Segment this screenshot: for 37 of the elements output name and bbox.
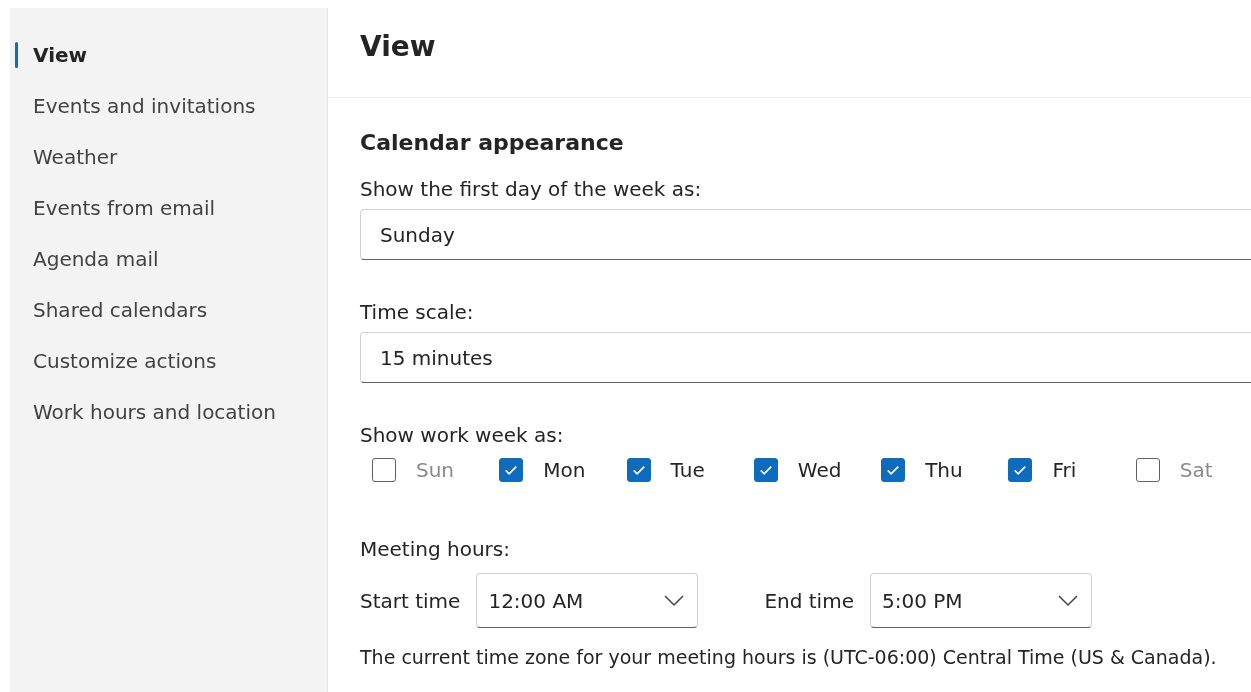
chevron-down-icon [1057, 594, 1078, 607]
checkbox-label: Fri [1052, 458, 1077, 482]
field-label: Time scale: [360, 300, 475, 324]
field-label: Show the first day of the week as: [360, 177, 703, 201]
checkbox-label: Mon [543, 458, 586, 482]
dropdown[interactable]: 15 minutes [360, 332, 1251, 383]
sidebar-item[interactable]: Work hours and location [10, 395, 327, 446]
dropdown[interactable]: Sunday [360, 209, 1251, 260]
sidebar-item[interactable]: Events from email [10, 191, 327, 242]
page-title: View [360, 30, 436, 63]
section-title: Calendar appearance [360, 130, 625, 155]
checkbox[interactable] [1135, 458, 1160, 482]
sidebar-item[interactable]: Agenda mail [10, 242, 327, 293]
checkbox-label: Thu [925, 458, 963, 482]
sidebar-item[interactable]: Events and invitations [10, 89, 327, 140]
checkbox[interactable] [1008, 458, 1033, 482]
checkbox-label: Sun [416, 458, 455, 482]
checkbox[interactable] [753, 458, 778, 482]
sidebar-item[interactable]: Shared calendars [10, 293, 327, 344]
checkbox[interactable] [372, 458, 396, 482]
sidebar-item[interactable]: Customize actions [10, 344, 327, 395]
dropdown[interactable]: 12:00 AM [476, 573, 699, 628]
checkbox-label: Wed [797, 458, 842, 482]
chevron-down-icon [664, 594, 685, 607]
checkbox[interactable] [626, 458, 651, 482]
field-label: Start time [360, 588, 461, 613]
sidebar-item[interactable]: View [10, 38, 327, 89]
field-label: Meeting hours: [360, 537, 511, 561]
time-zone-note: The current time zone for your meeting hours is (UTC-06:00) Central Time (US & Canada). [360, 646, 1218, 668]
checkbox[interactable] [881, 458, 906, 482]
checkbox[interactable] [499, 458, 524, 482]
field-label: End time [764, 588, 854, 613]
checkbox-label: Tue [670, 458, 705, 482]
checkbox-label: Sat [1179, 458, 1213, 482]
sidebar-item[interactable]: Weather [10, 140, 327, 191]
field-label: Show work week as: [360, 423, 565, 447]
dropdown[interactable]: 5:00 PM [869, 573, 1092, 628]
